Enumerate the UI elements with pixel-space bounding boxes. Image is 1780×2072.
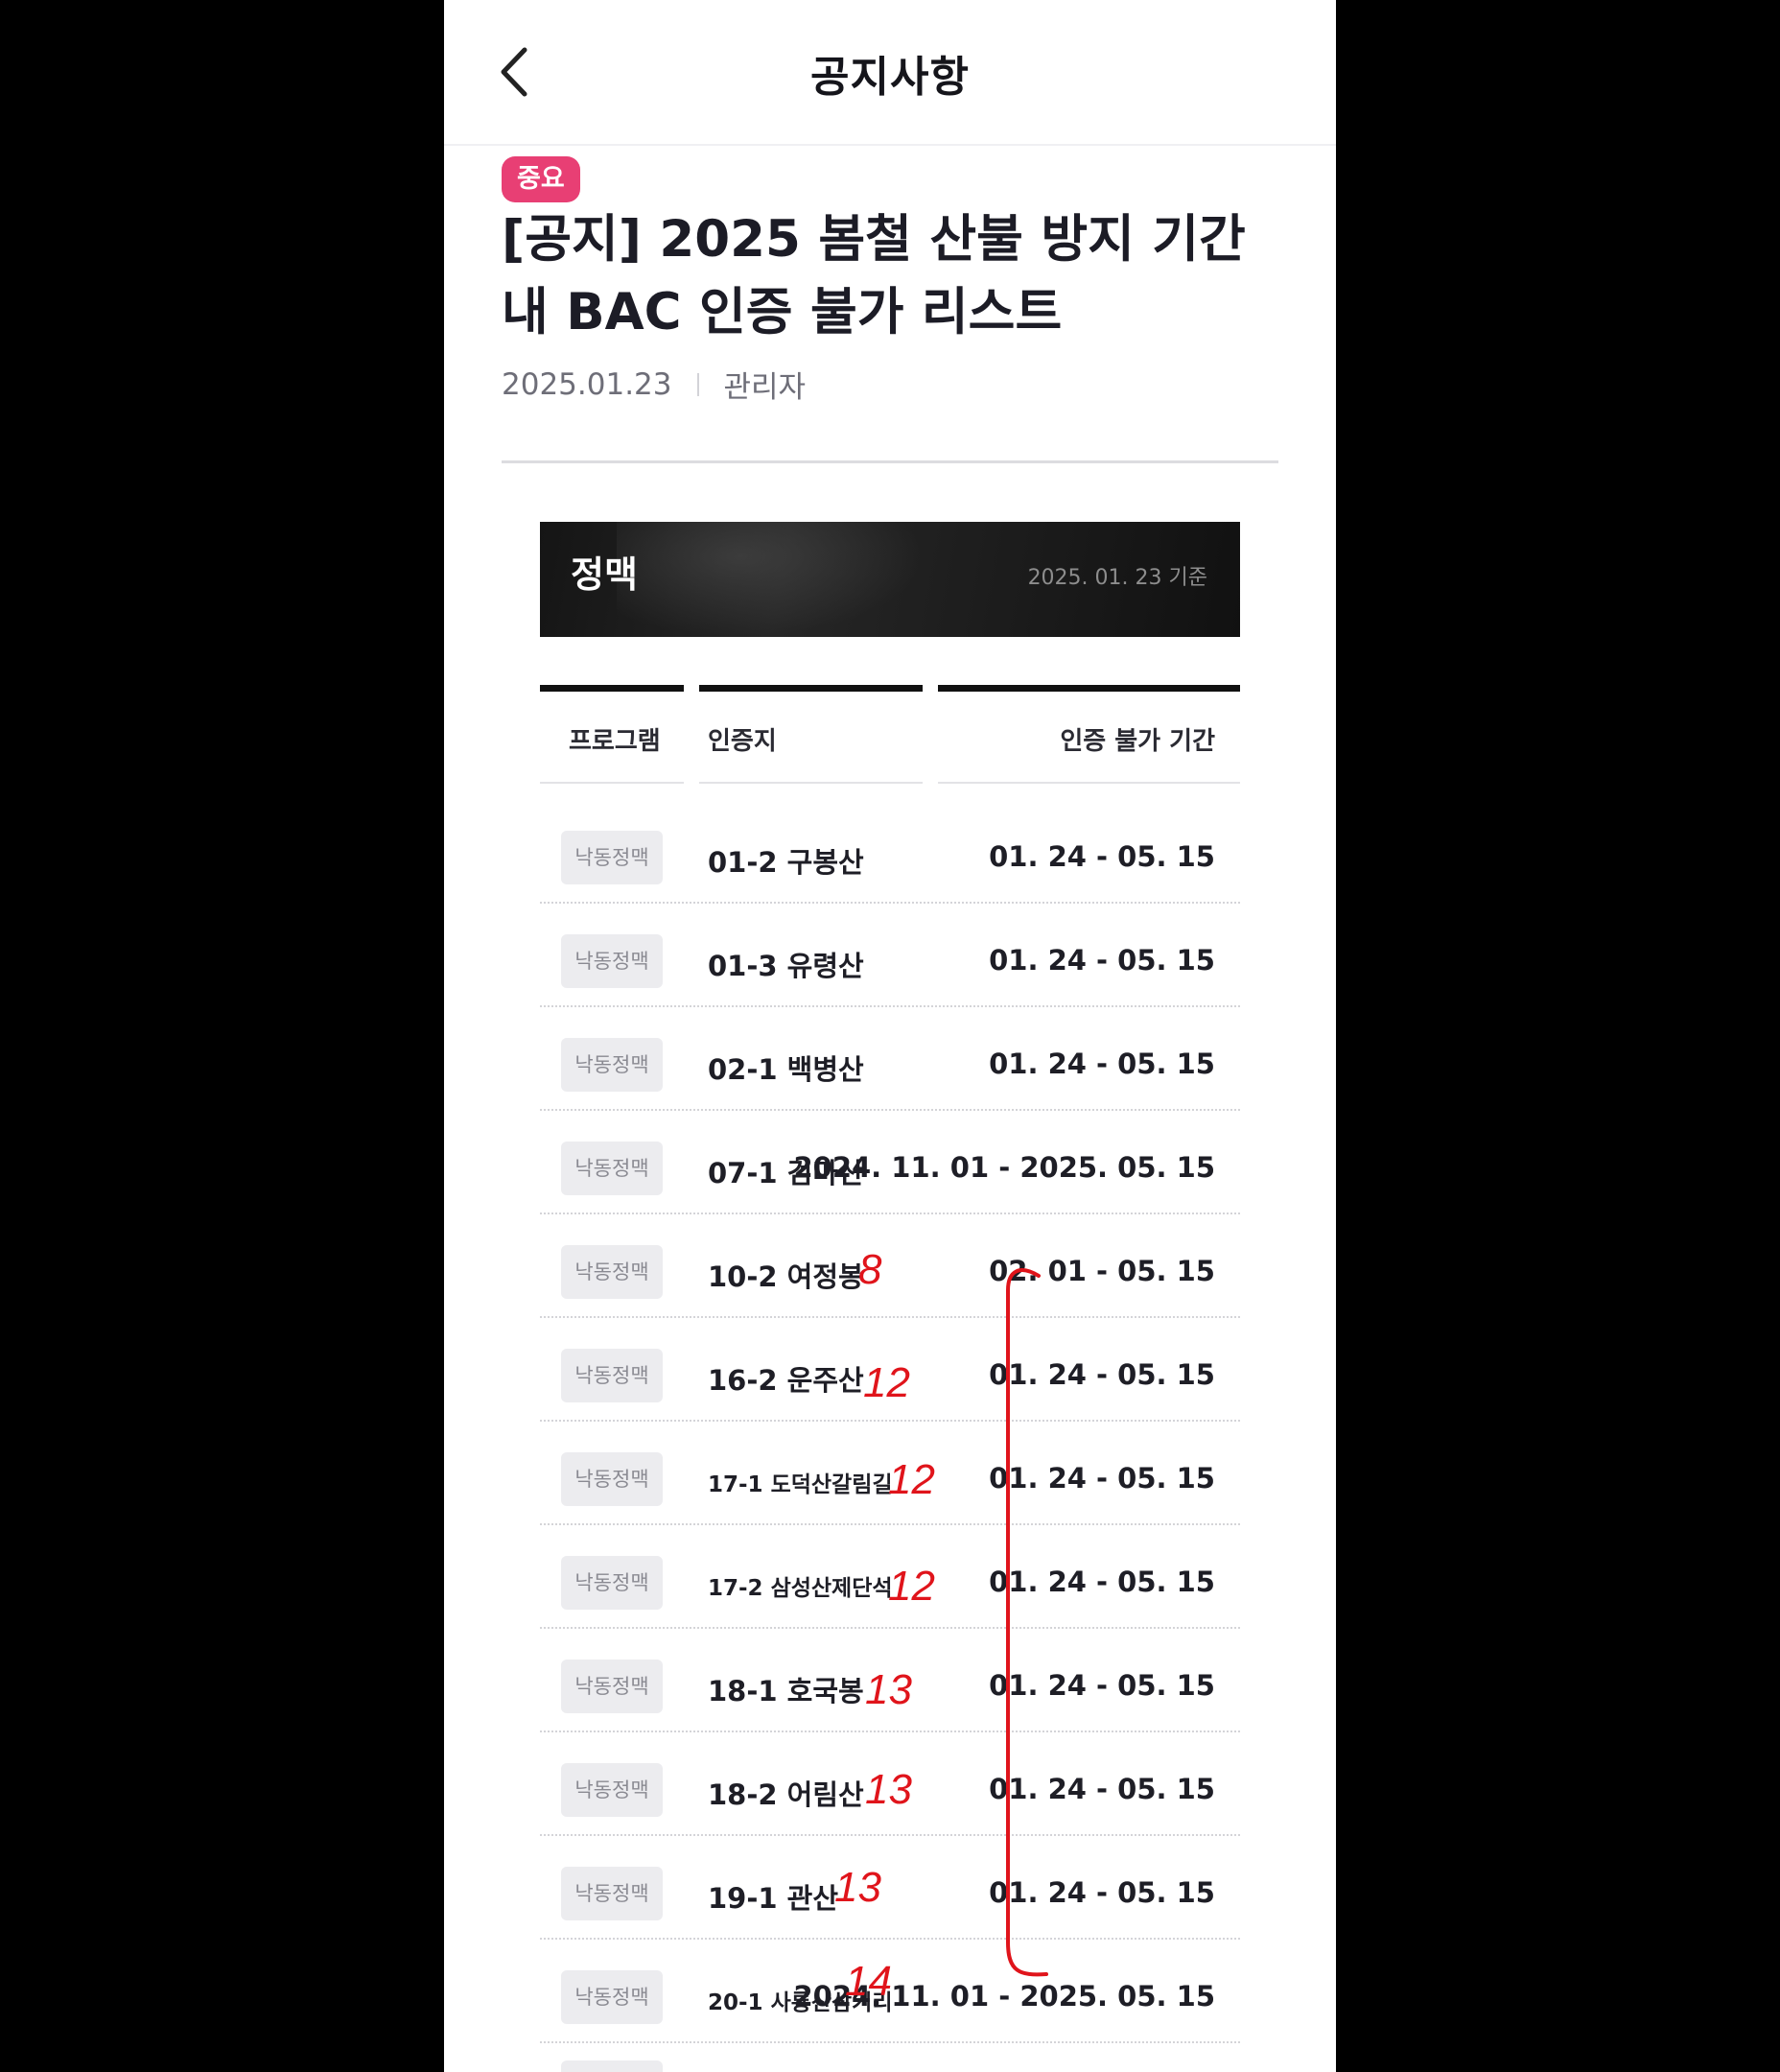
top-bar: 공지사항 (444, 0, 1336, 146)
restriction-period: 02. 01 - 05. 15 (989, 1255, 1215, 1287)
program-tag: 낙동정맥 (561, 1142, 663, 1195)
restriction-period: 2024. 11. 01 - 2025. 05. 15 (793, 1151, 1215, 1184)
table-row: 낙동정맥 17-2 삼성산제단석 01. 24 - 05. 15 (540, 1525, 1240, 1629)
notice-title: [공지] 2025 봄철 산불 방지 기간 내 BAC 인증 불가 리스트 (502, 210, 1246, 341)
restriction-period: 01. 24 - 05. 15 (989, 1358, 1215, 1391)
program-tag: 낙동정맥 (561, 1349, 663, 1402)
column-header-period: 인증 불가 기간 (1060, 727, 1215, 756)
program-tag: 낙동정맥 (561, 1867, 663, 1920)
table-row: 낙동정맥 10-2 여정봉 02. 01 - 05. 15 (540, 1214, 1240, 1318)
column-bar-program (540, 685, 684, 692)
content-divider (502, 460, 1278, 463)
column-header-place: 인증지 (708, 727, 777, 756)
banner-as-of-date: 2025. 01. 23 기준 (1027, 566, 1207, 590)
section-banner: 정맥 2025. 01. 23 기준 (540, 522, 1240, 637)
notice-author: 관리자 (723, 370, 807, 405)
place-name: 18-2 어림산 (708, 1778, 864, 1811)
column-bar-period (938, 685, 1240, 692)
table-row: 낙동정맥 02-1 백병산 01. 24 - 05. 15 (540, 1007, 1240, 1111)
program-tag: 낙동정맥 (561, 1452, 663, 1506)
place-name: 17-2 삼성산제단석 (708, 1576, 893, 1601)
restriction-period: 01. 24 - 05. 15 (989, 1048, 1215, 1080)
table-row: 낙동정맥 18-1 호국봉 01. 24 - 05. 15 (540, 1629, 1240, 1732)
banner-title: 정맥 (571, 553, 638, 596)
table-row: 낙동정맥 01-2 구봉산 01. 24 - 05. 15 (540, 800, 1240, 904)
row-divider (540, 2041, 1240, 2043)
column-header-program: 프로그램 (569, 727, 661, 756)
place-name: 10-2 여정봉 (708, 1260, 864, 1293)
notice-date: 2025.01.23 (502, 366, 672, 402)
program-tag: 낙동정맥 (561, 831, 663, 884)
restriction-period: 2024. 11. 01 - 2025. 05. 15 (793, 1980, 1215, 2013)
important-badge: 중요 (502, 156, 580, 202)
table-row: 낙동정맥 16-2 운주산 01. 24 - 05. 15 (540, 1318, 1240, 1422)
notice-meta: 2025.01.23 관리자 (502, 363, 806, 406)
program-tag-partial (561, 2060, 663, 2072)
place-name: 17-1 도덕산갈림길 (708, 1472, 893, 1497)
table-row: 낙동정맥 18-2 어림산 01. 24 - 05. 15 (540, 1732, 1240, 1836)
place-name: 02-1 백병산 (708, 1053, 864, 1086)
table-row: 낙동정맥 07-1 검마산 2024. 11. 01 - 2025. 05. 1… (540, 1111, 1240, 1214)
restriction-period: 01. 24 - 05. 15 (989, 1566, 1215, 1598)
program-tag: 낙동정맥 (561, 1245, 663, 1299)
place-name: 01-3 유령산 (708, 950, 864, 982)
column-bar-place (699, 685, 923, 692)
page-title: 공지사항 (810, 53, 970, 102)
restriction-period: 01. 24 - 05. 15 (989, 1773, 1215, 1805)
table-row: 낙동정맥 20-1 사룡산삼거리 2024. 11. 01 - 2025. 05… (540, 1940, 1240, 2043)
place-name: 18-1 호국봉 (708, 1675, 864, 1707)
restriction-period: 01. 24 - 05. 15 (989, 1462, 1215, 1495)
restriction-period: 01. 24 - 05. 15 (989, 1669, 1215, 1702)
column-line-period (938, 782, 1240, 784)
table-row: 낙동정맥 19-1 관산 01. 24 - 05. 15 (540, 1836, 1240, 1940)
restriction-period: 01. 24 - 05. 15 (989, 840, 1215, 873)
meta-separator (696, 372, 699, 396)
place-name: 01-2 구봉산 (708, 846, 864, 879)
program-tag: 낙동정맥 (561, 1038, 663, 1092)
place-name: 19-1 관산 (708, 1882, 839, 1915)
place-name: 16-2 운주산 (708, 1364, 864, 1397)
program-tag: 낙동정맥 (561, 1660, 663, 1713)
program-tag: 낙동정맥 (561, 934, 663, 988)
restriction-period: 01. 24 - 05. 15 (989, 944, 1215, 977)
restriction-period: 01. 24 - 05. 15 (989, 1876, 1215, 1909)
table-row: 낙동정맥 17-1 도덕산갈림길 01. 24 - 05. 15 (540, 1422, 1240, 1525)
column-line-place (699, 782, 923, 784)
table-row: 낙동정맥 01-3 유령산 01. 24 - 05. 15 (540, 904, 1240, 1007)
column-line-program (540, 782, 684, 784)
program-tag: 낙동정맥 (561, 1970, 663, 2024)
program-tag: 낙동정맥 (561, 1556, 663, 1610)
phone-screen: 공지사항 중요 [공지] 2025 봄철 산불 방지 기간 내 BAC 인증 불… (444, 0, 1336, 2072)
program-tag: 낙동정맥 (561, 1763, 663, 1817)
